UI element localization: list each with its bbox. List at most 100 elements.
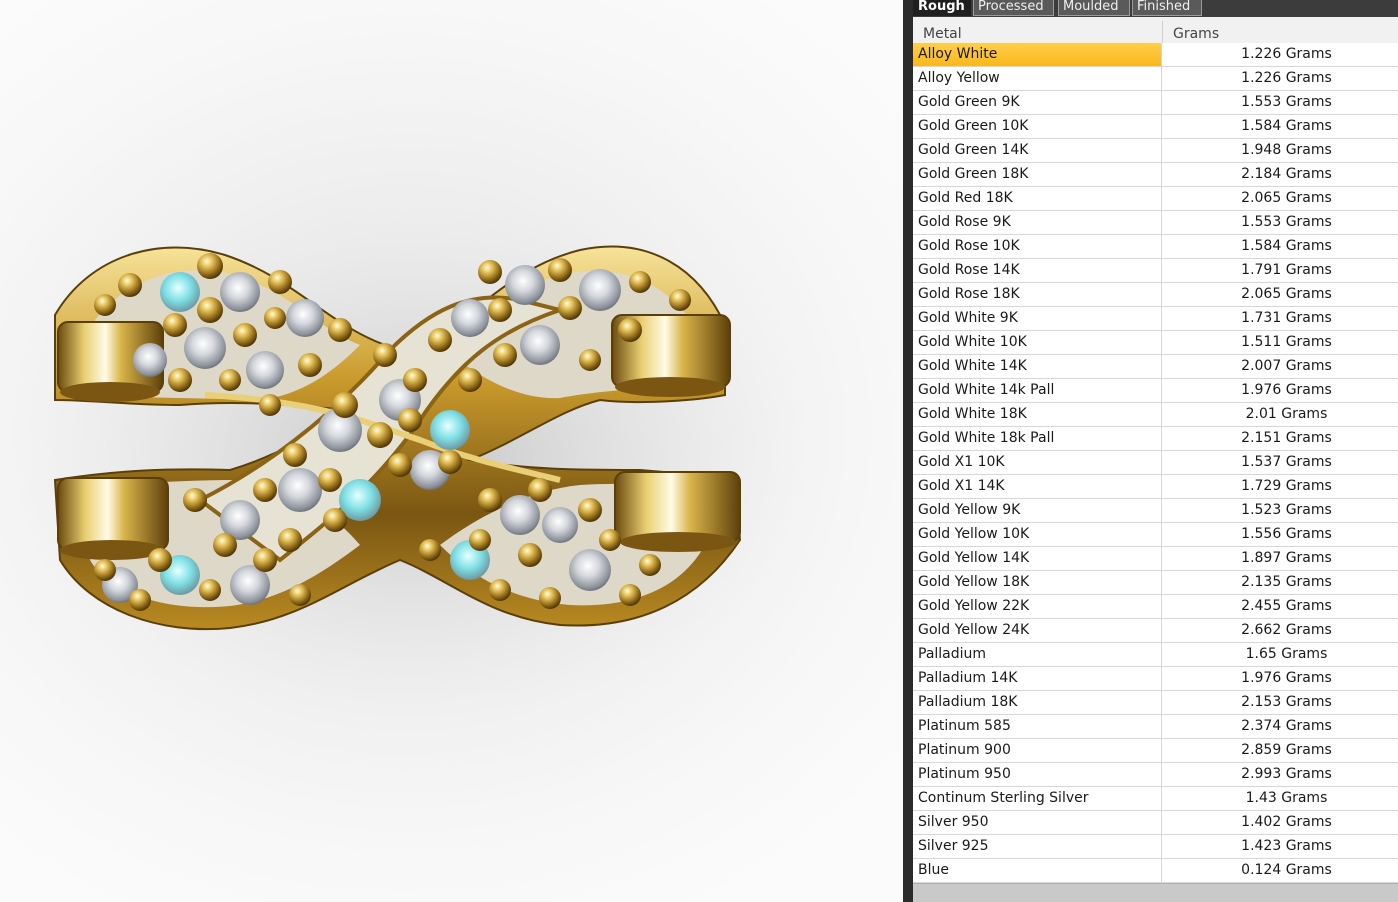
table-row[interactable]: Continum Sterling Silver 1.43 Grams (913, 787, 1398, 811)
metal-cell[interactable]: Gold Yellow 9K (913, 499, 1162, 522)
table-row[interactable]: Gold Green 14K 1.948 Grams (913, 139, 1398, 163)
grams-cell[interactable]: 2.184 Grams (1163, 163, 1398, 186)
metal-cell[interactable]: Gold X1 10K (913, 451, 1162, 474)
grams-cell[interactable]: 2.374 Grams (1163, 715, 1398, 738)
table-row[interactable]: Gold X1 14K 1.729 Grams (913, 475, 1398, 499)
table-row[interactable]: Gold Rose 18K 2.065 Grams (913, 283, 1398, 307)
metal-cell[interactable]: Palladium (913, 643, 1162, 666)
metal-cell[interactable]: Gold Green 10K (913, 115, 1162, 138)
column-header-grams[interactable]: Grams (1163, 17, 1398, 43)
grams-cell[interactable]: 2.065 Grams (1163, 283, 1398, 306)
table-row[interactable]: Gold Yellow 9K 1.523 Grams (913, 499, 1398, 523)
metal-cell[interactable]: Platinum 950 (913, 763, 1162, 786)
table-row[interactable]: Platinum 585 2.374 Grams (913, 715, 1398, 739)
3d-render-viewport[interactable] (0, 0, 903, 902)
metal-cell[interactable]: Platinum 585 (913, 715, 1162, 738)
metal-cell[interactable]: Continum Sterling Silver (913, 787, 1162, 810)
metal-cell[interactable]: Gold White 14K (913, 355, 1162, 378)
metal-cell[interactable]: Gold Rose 10K (913, 235, 1162, 258)
metal-cell[interactable]: Silver 925 (913, 835, 1162, 858)
metal-cell[interactable]: Gold Green 9K (913, 91, 1162, 114)
table-row[interactable]: Gold Rose 14K 1.791 Grams (913, 259, 1398, 283)
metal-cell[interactable]: Gold White 14k Pall (913, 379, 1162, 402)
metal-cell[interactable]: Gold Rose 9K (913, 211, 1162, 234)
table-row[interactable]: Alloy White 1.226 Grams (913, 43, 1398, 67)
grams-cell[interactable]: 2.151 Grams (1163, 427, 1398, 450)
grams-cell[interactable]: 1.553 Grams (1163, 91, 1398, 114)
metal-cell[interactable]: Gold Rose 14K (913, 259, 1162, 282)
grams-cell[interactable]: 1.43 Grams (1163, 787, 1398, 810)
metal-cell[interactable]: Gold White 10K (913, 331, 1162, 354)
table-row[interactable]: Gold X1 10K 1.537 Grams (913, 451, 1398, 475)
table-row[interactable]: Gold White 10K 1.511 Grams (913, 331, 1398, 355)
grams-cell[interactable]: 1.556 Grams (1163, 523, 1398, 546)
metal-cell[interactable]: Gold White 18K (913, 403, 1162, 426)
table-row[interactable]: Gold Yellow 24K 2.662 Grams (913, 619, 1398, 643)
metal-cell[interactable]: Gold Rose 18K (913, 283, 1162, 306)
table-row[interactable]: Gold Green 18K 2.184 Grams (913, 163, 1398, 187)
table-row[interactable]: Gold White 18K 2.01 Grams (913, 403, 1398, 427)
grams-cell[interactable]: 1.226 Grams (1163, 67, 1398, 90)
metal-cell[interactable]: Palladium 14K (913, 667, 1162, 690)
grams-cell[interactable]: 1.523 Grams (1163, 499, 1398, 522)
grams-cell[interactable]: 2.153 Grams (1163, 691, 1398, 714)
metal-cell[interactable]: Gold Yellow 10K (913, 523, 1162, 546)
grams-cell[interactable]: 1.584 Grams (1163, 115, 1398, 138)
metal-cell[interactable]: Gold Yellow 24K (913, 619, 1162, 642)
table-row[interactable]: Gold Green 10K 1.584 Grams (913, 115, 1398, 139)
grams-cell[interactable]: 1.226 Grams (1163, 43, 1398, 66)
grams-cell[interactable]: 1.948 Grams (1163, 139, 1398, 162)
tab-moulded[interactable]: Moulded (1058, 0, 1130, 16)
table-row[interactable]: Palladium 14K 1.976 Grams (913, 667, 1398, 691)
table-row[interactable]: Gold White 14K 2.007 Grams (913, 355, 1398, 379)
table-row[interactable]: Platinum 900 2.859 Grams (913, 739, 1398, 763)
table-row[interactable]: Gold Yellow 10K 1.556 Grams (913, 523, 1398, 547)
table-row[interactable]: Gold White 9K 1.731 Grams (913, 307, 1398, 331)
table-row[interactable]: Gold Yellow 18K 2.135 Grams (913, 571, 1398, 595)
grams-cell[interactable]: 2.01 Grams (1163, 403, 1398, 426)
metal-cell[interactable]: Platinum 900 (913, 739, 1162, 762)
grams-cell[interactable]: 1.897 Grams (1163, 547, 1398, 570)
grams-cell[interactable]: 1.423 Grams (1163, 835, 1398, 858)
metal-cell[interactable]: Gold Green 14K (913, 139, 1162, 162)
metal-cell[interactable]: Gold X1 14K (913, 475, 1162, 498)
table-row[interactable]: Silver 950 1.402 Grams (913, 811, 1398, 835)
grams-cell[interactable]: 2.662 Grams (1163, 619, 1398, 642)
grams-cell[interactable]: 1.584 Grams (1163, 235, 1398, 258)
metal-cell[interactable]: Gold Yellow 22K (913, 595, 1162, 618)
table-row[interactable]: Gold Rose 9K 1.553 Grams (913, 211, 1398, 235)
grams-cell[interactable]: 1.65 Grams (1163, 643, 1398, 666)
grams-cell[interactable]: 2.135 Grams (1163, 571, 1398, 594)
tab-rough[interactable]: Rough (913, 0, 971, 16)
grams-cell[interactable]: 1.791 Grams (1163, 259, 1398, 282)
panel-divider[interactable] (903, 0, 913, 902)
metal-cell[interactable]: Gold Yellow 14K (913, 547, 1162, 570)
grams-cell[interactable]: 2.065 Grams (1163, 187, 1398, 210)
metal-cell[interactable]: Blue (913, 859, 1162, 882)
column-header-metal[interactable]: Metal (913, 17, 1162, 43)
table-row[interactable]: Alloy Yellow 1.226 Grams (913, 67, 1398, 91)
table-row[interactable]: Gold White 14k Pall 1.976 Grams (913, 379, 1398, 403)
metal-cell[interactable]: Gold Yellow 18K (913, 571, 1162, 594)
grams-cell[interactable]: 1.553 Grams (1163, 211, 1398, 234)
metal-cell[interactable]: Palladium 18K (913, 691, 1162, 714)
metal-cell[interactable]: Gold Green 18K (913, 163, 1162, 186)
metal-cell[interactable]: Silver 950 (913, 811, 1162, 834)
grams-cell[interactable]: 2.859 Grams (1163, 739, 1398, 762)
table-row[interactable]: Gold Yellow 14K 1.897 Grams (913, 547, 1398, 571)
tab-finished[interactable]: Finished (1132, 0, 1202, 16)
grams-cell[interactable]: 2.455 Grams (1163, 595, 1398, 618)
table-row[interactable]: Platinum 950 2.993 Grams (913, 763, 1398, 787)
grams-cell[interactable]: 1.731 Grams (1163, 307, 1398, 330)
table-row[interactable]: Palladium 18K 2.153 Grams (913, 691, 1398, 715)
metal-cell[interactable]: Gold White 9K (913, 307, 1162, 330)
table-row[interactable]: Gold Green 9K 1.553 Grams (913, 91, 1398, 115)
grams-cell[interactable]: 1.729 Grams (1163, 475, 1398, 498)
metal-cell[interactable]: Gold Red 18K (913, 187, 1162, 210)
metal-cell[interactable]: Alloy White (913, 43, 1162, 66)
grams-cell[interactable]: 1.537 Grams (1163, 451, 1398, 474)
table-row[interactable]: Gold Red 18K 2.065 Grams (913, 187, 1398, 211)
table-row[interactable]: Silver 925 1.423 Grams (913, 835, 1398, 859)
table-row[interactable]: Gold White 18k Pall 2.151 Grams (913, 427, 1398, 451)
grams-cell[interactable]: 1.976 Grams (1163, 667, 1398, 690)
